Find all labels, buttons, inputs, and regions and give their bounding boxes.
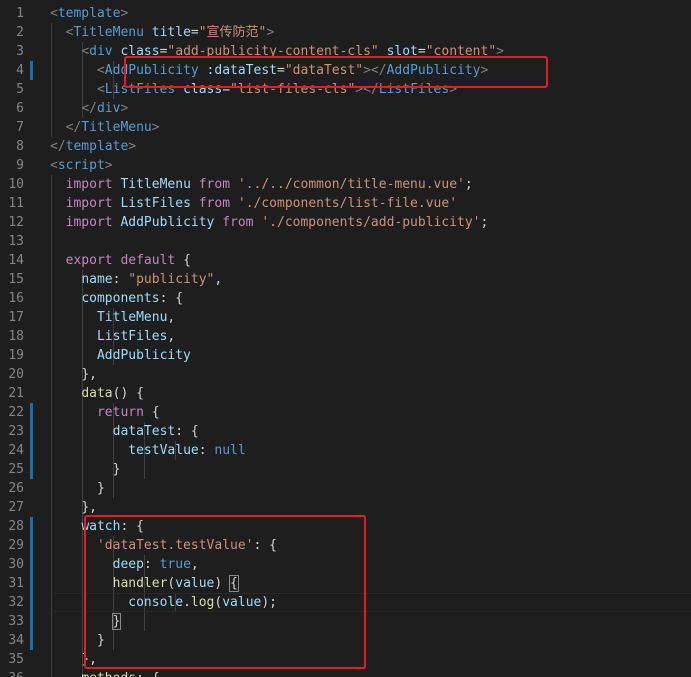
line-number: 3 (16, 44, 24, 59)
code-line[interactable]: import ListFiles from './components/list… (50, 194, 457, 213)
code-line[interactable]: TitleMenu, (50, 308, 175, 327)
line-number: 14 (8, 253, 24, 268)
line-number: 33 (8, 614, 24, 629)
code-line[interactable]: methods: { (50, 669, 159, 677)
code-line[interactable]: <script> (50, 156, 113, 175)
code-line[interactable]: ListFiles, (50, 327, 175, 346)
line-number: 16 (8, 291, 24, 306)
line-number: 21 (8, 386, 24, 401)
line-number: 8 (16, 139, 24, 154)
code-line[interactable]: testValue: null (50, 441, 245, 460)
code-editor[interactable]: 1 2 3 4 5 6 7 8 9 10 11 12 13 14 15 16 1… (0, 0, 691, 677)
modified-line-marker (30, 61, 33, 80)
line-number: 36 (0, 669, 24, 677)
line-number: 13 (8, 234, 24, 249)
line-number: 35 (8, 652, 24, 667)
code-line[interactable]: import AddPublicity from './components/a… (50, 213, 489, 232)
code-line[interactable]: import TitleMenu from '../../common/titl… (50, 175, 473, 194)
line-number: 27 (8, 500, 24, 515)
code-line[interactable]: }, (50, 365, 97, 384)
modified-line-marker (30, 403, 33, 479)
line-number-gutter: 1 2 3 4 5 6 7 8 9 10 11 12 13 14 15 16 1… (0, 0, 36, 677)
line-number: 30 (8, 557, 24, 572)
code-line[interactable]: } (50, 460, 121, 479)
line-number: 10 (8, 177, 24, 192)
annotation-box-addpublicity (124, 56, 548, 88)
line-number: 20 (8, 367, 24, 382)
line-number: 12 (8, 215, 24, 230)
line-number: 18 (8, 329, 24, 344)
code-line[interactable]: </TitleMenu> (50, 118, 160, 137)
code-line[interactable]: components: { (50, 289, 183, 308)
line-number: 7 (16, 120, 24, 135)
modified-line-marker (30, 517, 33, 650)
line-number: 17 (8, 310, 24, 325)
line-number: 25 (8, 462, 24, 477)
code-line[interactable]: export default { (50, 251, 191, 270)
line-number: 1 (16, 6, 24, 21)
code-line[interactable]: } (50, 479, 105, 498)
line-number: 2 (16, 25, 24, 40)
code-line[interactable]: return { (50, 403, 160, 422)
line-number: 19 (8, 348, 24, 363)
code-line[interactable]: <template> (50, 4, 128, 23)
line-number: 22 (8, 405, 24, 420)
code-line[interactable]: AddPublicity (50, 346, 191, 365)
code-line[interactable]: name: "publicity", (50, 270, 222, 289)
code-line[interactable]: </div> (50, 99, 128, 118)
line-number: 15 (8, 272, 24, 287)
line-number: 5 (16, 82, 24, 97)
line-number: 32 (8, 595, 24, 610)
line-number: 6 (16, 101, 24, 116)
line-number: 11 (8, 196, 24, 211)
line-number: 31 (8, 576, 24, 591)
code-line[interactable]: dataTest: { (50, 422, 199, 441)
line-number: 26 (8, 481, 24, 496)
line-number: 9 (16, 158, 24, 173)
line-number: 24 (8, 443, 24, 458)
code-line[interactable]: </template> (50, 137, 136, 156)
line-number: 4 (16, 63, 24, 78)
line-number: 29 (8, 538, 24, 553)
code-line[interactable]: data() { (50, 384, 144, 403)
annotation-box-watch (84, 515, 366, 669)
line-number: 28 (8, 519, 24, 534)
line-number: 34 (8, 633, 24, 648)
line-number: 23 (8, 424, 24, 439)
code-line[interactable]: <TitleMenu title="宣传防范"> (50, 23, 275, 42)
